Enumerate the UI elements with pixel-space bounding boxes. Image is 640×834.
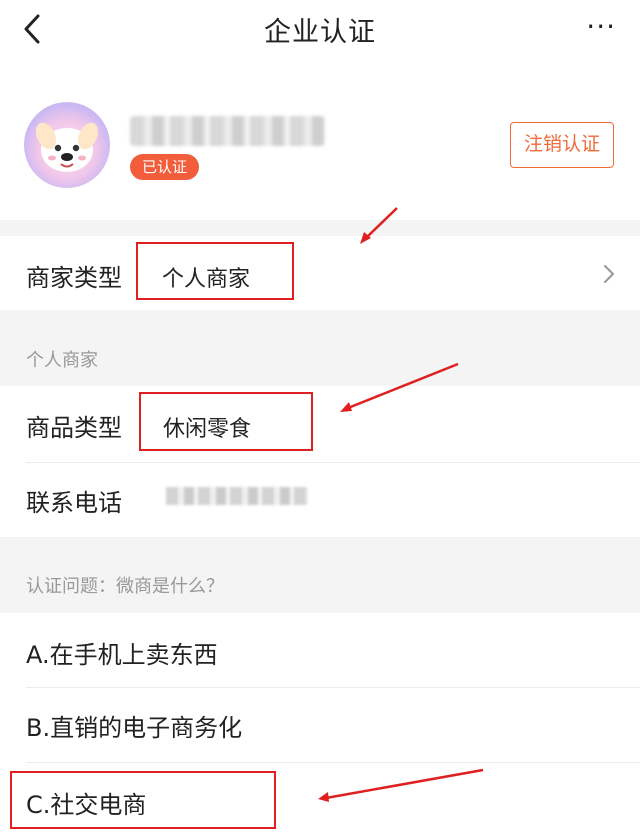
arrow-icon — [360, 207, 398, 244]
annotation-arrows — [318, 207, 484, 802]
arrow-icon — [340, 362, 459, 412]
arrow-icon — [318, 768, 484, 802]
